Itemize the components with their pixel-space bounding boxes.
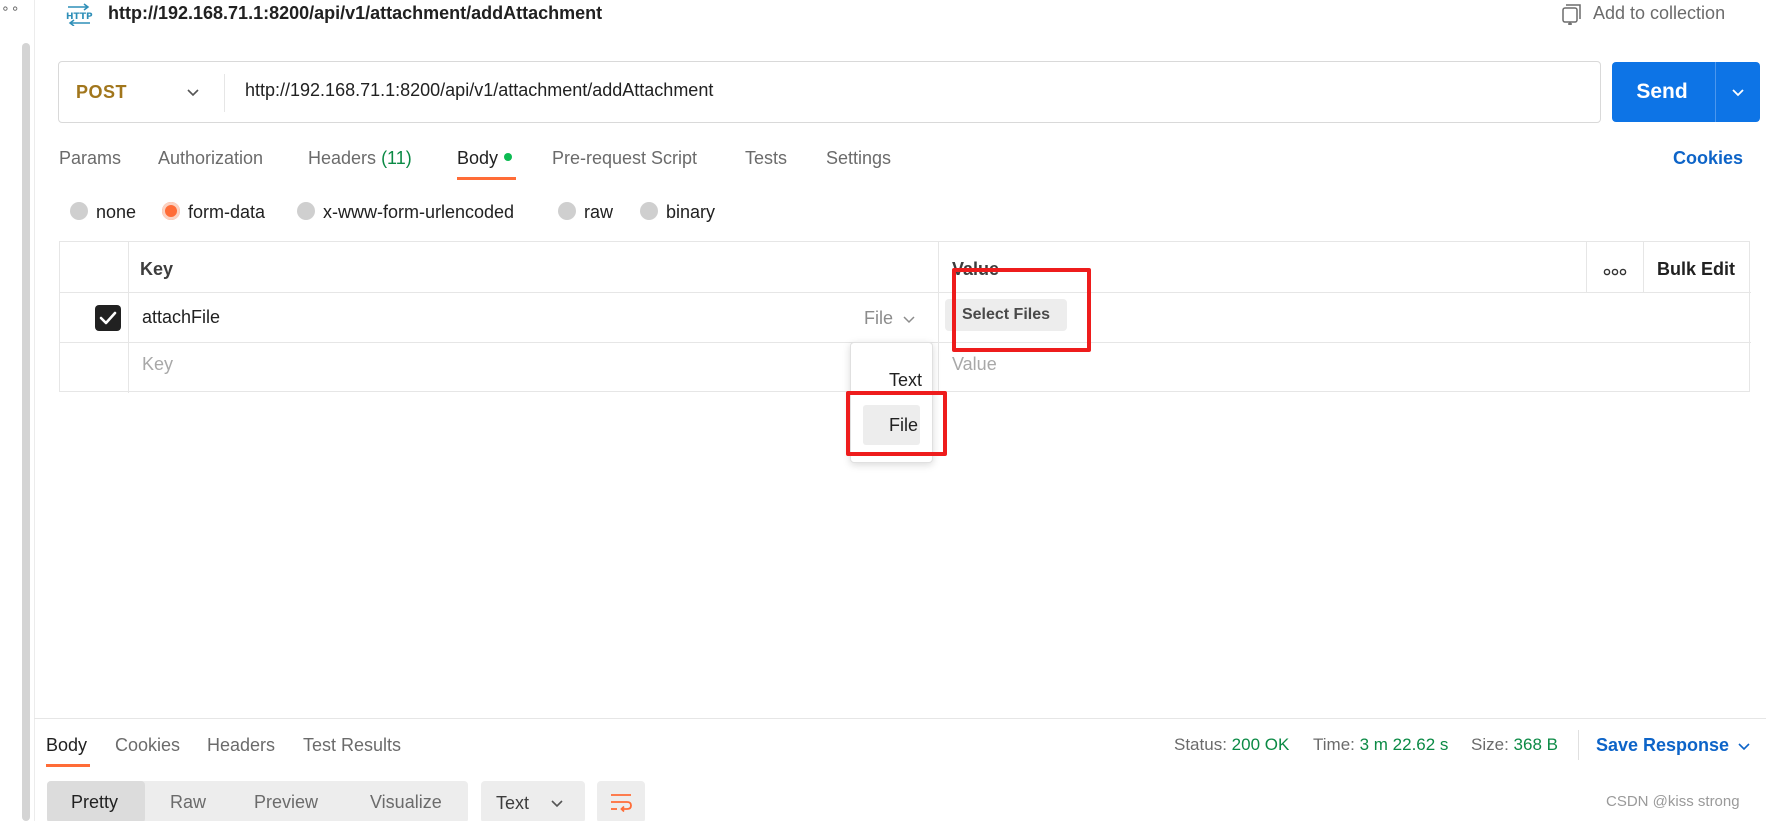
radio-urlencoded-label: x-www-form-urlencoded [323,202,515,222]
table-divider [128,242,129,393]
radio-circle[interactable] [558,202,576,221]
radio-raw[interactable]: raw [558,202,613,223]
save-response-button[interactable]: Save Response [1596,735,1729,756]
svg-text:HTTP: HTTP [66,12,93,22]
radio-circle[interactable] [297,202,315,221]
active-tab-indicator [457,177,516,180]
status-label: Status: [1174,735,1227,754]
watermark: CSDN @kiss strong [1606,793,1740,810]
tab-params[interactable]: Params [59,148,121,169]
radio-form-data-label: form-data [188,202,266,222]
view-pretty[interactable]: Pretty [71,792,118,813]
add-to-collection-icon[interactable] [1560,4,1582,26]
time-label: Time: [1313,735,1355,754]
response-view-selector: Pretty Raw Preview Visualize [47,781,468,821]
table-divider [60,292,1751,293]
view-raw[interactable]: Raw [170,792,206,813]
http-icon: HTTP [66,3,93,26]
radio-form-data[interactable]: form-data [162,202,265,223]
tab-settings[interactable]: Settings [826,148,891,169]
chevron-down-icon[interactable] [185,84,201,100]
tab-tests[interactable]: Tests [745,148,787,169]
tab-headers[interactable]: Headers (11) [308,148,412,169]
wrap-lines-button[interactable] [597,781,645,821]
table-divider [1643,242,1644,292]
response-tab-cookies[interactable]: Cookies [115,735,180,756]
table-divider [938,242,939,393]
response-size[interactable]: Size: 368 B [1471,735,1558,755]
response-tab-test-results[interactable]: Test Results [303,735,401,756]
chevron-down-icon[interactable] [1737,739,1751,753]
response-time[interactable]: Time: 3 m 22.62 s [1313,735,1448,755]
radio-x-www-form-urlencoded[interactable]: x-www-form-urlencoded [297,202,514,223]
radio-binary-label: binary [666,202,716,222]
size-label: Size: [1471,735,1509,754]
body-indicator-dot [504,153,513,162]
view-visualize[interactable]: Visualize [370,792,442,813]
annotation-box-select-files [952,268,1091,352]
radio-binary[interactable]: binary [640,202,715,223]
url-bar: POST http://192.168.71.1:8200/api/v1/att… [58,61,1601,123]
size-value: 368 B [1513,735,1558,754]
gutter-divider [34,0,35,821]
key-column-header: Key [140,259,174,279]
chevron-down-icon [551,800,563,808]
radio-none-label: none [96,202,137,222]
tab-pre-request-script[interactable]: Pre-request Script [552,148,697,169]
table-divider [1586,242,1587,292]
send-split-divider [1715,62,1716,122]
bulk-edit-button[interactable]: Bulk Edit [1657,259,1735,280]
wrap-lines-icon [611,794,632,812]
more-options-icon[interactable] [1603,267,1627,277]
more-icon[interactable]: ∘∘ [1,0,21,17]
radio-raw-label: raw [584,202,614,222]
headers-count-badge: (11) [381,148,412,168]
row-key-input[interactable]: attachFile [142,307,220,328]
method-select[interactable]: POST [76,82,127,103]
url-divider [224,74,225,112]
response-status[interactable]: Status: 200 OK [1174,735,1289,755]
send-label[interactable]: Send [1612,62,1712,122]
add-to-collection-link[interactable]: Add to collection [1593,3,1725,24]
check-icon [99,311,117,325]
time-value: 3 m 22.62 s [1359,735,1449,754]
radio-circle[interactable] [70,202,88,221]
tab-body[interactable]: Body [457,148,513,169]
row-checkbox[interactable] [95,305,121,331]
response-tab-body[interactable]: Body [46,735,87,756]
annotation-box-file-option [846,391,947,456]
status-divider [1578,730,1579,760]
url-input[interactable]: http://192.168.71.1:8200/api/v1/attachme… [245,80,713,101]
scrollbar[interactable] [22,43,30,821]
request-title[interactable]: http://192.168.71.1:8200/api/v1/attachme… [108,3,602,24]
radio-none[interactable]: none [70,202,136,223]
tab-authorization[interactable]: Authorization [158,148,263,169]
chevron-down-icon[interactable] [902,312,916,326]
response-active-tab-indicator [46,764,90,767]
tab-body-label: Body [457,148,499,168]
status-value: 200 OK [1231,735,1290,754]
response-divider [34,718,1766,719]
cookies-link[interactable]: Cookies [1673,148,1743,169]
tab-headers-label: Headers [308,148,377,168]
new-value-input[interactable]: Value [952,354,997,375]
dropdown-option-text[interactable]: Text [889,370,922,391]
format-label: Text [496,793,530,813]
send-button[interactable]: Send [1612,62,1760,122]
radio-circle[interactable] [640,202,658,221]
response-format-select[interactable]: Text [481,781,585,821]
response-tab-headers[interactable]: Headers [207,735,275,756]
row-type-select[interactable]: File [864,308,893,329]
new-key-input[interactable]: Key [142,354,173,375]
view-preview[interactable]: Preview [254,792,318,813]
left-gutter: ∘∘ [0,0,35,821]
chevron-down-icon[interactable] [1730,84,1746,100]
radio-circle-selected[interactable] [162,202,180,221]
